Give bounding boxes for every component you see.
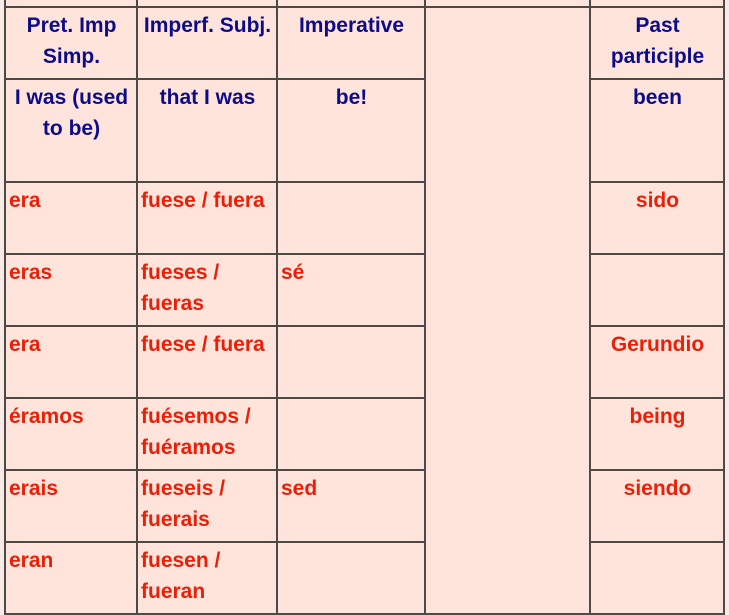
imperative-cell (276, 541, 426, 615)
imperative-cell: sed (276, 469, 426, 543)
table-row: era fuese / fuera Gerundio (4, 325, 725, 399)
table-row: eras fueses / fueras sé (4, 253, 725, 327)
imperf-subj-cell: fuésemos / fuéramos (136, 397, 278, 471)
right-column-cell: sido (589, 181, 725, 255)
header-imperf-subj: Imperf. Subj. (136, 6, 278, 80)
translation-past-participle: been (589, 78, 725, 183)
pret-imp-cell: erais (4, 469, 138, 543)
table-row: eran fuesen / fueran (4, 541, 725, 615)
header-imperative: Imperative (276, 6, 426, 80)
pret-imp-cell: era (4, 325, 138, 399)
previous-cell (276, 0, 426, 8)
imperf-subj-cell: fuese / fuera (136, 181, 278, 255)
right-column-cell: siendo (589, 469, 725, 543)
previous-cell (424, 0, 591, 8)
translation-imperf-subj: that I was (136, 78, 278, 183)
right-column-cell (589, 541, 725, 615)
imperf-subj-cell: fueses / fueras (136, 253, 278, 327)
imperf-subj-cell: fuesen / fueran (136, 541, 278, 615)
conjugation-table: Pret. Imp Simp. Imperf. Subj. Imperative… (4, 0, 725, 615)
previous-cell (4, 0, 138, 8)
pret-imp-cell: eras (4, 253, 138, 327)
gerundio-label-cell: Gerundio (589, 325, 725, 399)
imperf-subj-cell: fuese / fuera (136, 325, 278, 399)
conjugation-table-wrapper: Pret. Imp Simp. Imperf. Subj. Imperative… (4, 0, 725, 615)
header-past-participle: Past participle (589, 6, 725, 80)
pret-imp-cell: eran (4, 541, 138, 615)
imperative-cell (276, 181, 426, 255)
pret-imp-cell: era (4, 181, 138, 255)
translation-imperative: be! (276, 78, 426, 183)
header-row: Pret. Imp Simp. Imperf. Subj. Imperative… (4, 6, 725, 615)
table-row: éramos fuésemos / fuéramos being (4, 397, 725, 471)
right-column-cell (589, 253, 725, 327)
previous-cell (136, 0, 278, 8)
right-column-cell: being (589, 397, 725, 471)
table-row: era fuese / fuera sido (4, 181, 725, 255)
header-pret-imp: Pret. Imp Simp. (4, 6, 138, 80)
imperf-subj-cell: fueseis / fuerais (136, 469, 278, 543)
previous-cell (589, 0, 725, 8)
blank-merged-column (424, 6, 591, 615)
imperative-cell (276, 325, 426, 399)
previous-row (4, 0, 725, 8)
pret-imp-cell: éramos (4, 397, 138, 471)
imperative-cell: sé (276, 253, 426, 327)
translation-pret-imp: I was (used to be) (4, 78, 138, 183)
table-row: erais fueseis / fuerais sed siendo (4, 469, 725, 543)
translation-row: I was (used to be) that I was be! been (4, 78, 725, 183)
imperative-cell (276, 397, 426, 471)
